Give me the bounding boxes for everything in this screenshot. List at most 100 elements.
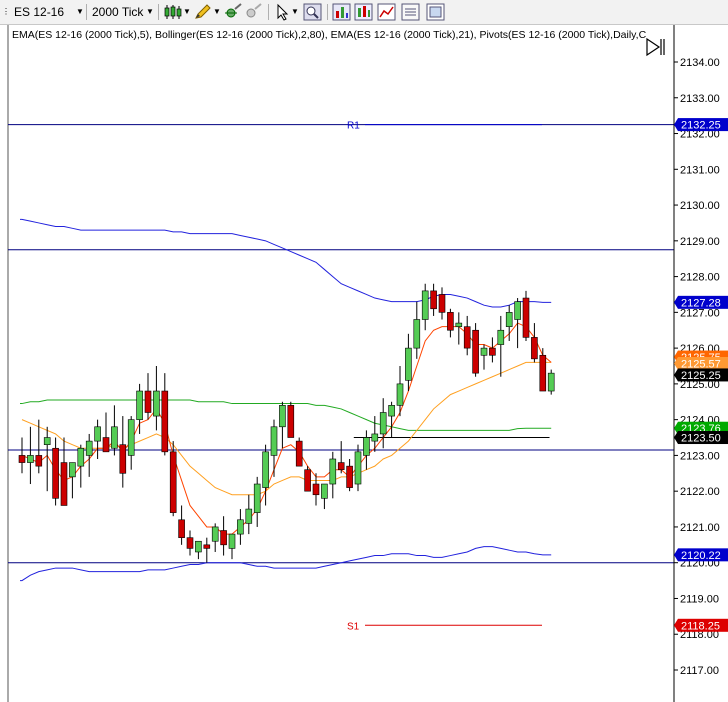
pointer-icon[interactable] [273,3,293,21]
magnifier-icon[interactable] [303,3,323,21]
candle-body[interactable] [531,337,538,360]
candle-body[interactable] [337,462,345,471]
candle-body[interactable] [253,483,261,513]
candle-body[interactable] [489,347,496,356]
chevron-down-icon[interactable]: ▼ [183,3,193,21]
candle-body[interactable] [228,533,236,549]
candle-body[interactable] [379,412,387,435]
candle-body[interactable] [153,390,160,417]
candle-body[interactable] [497,329,505,345]
candle-body[interactable] [178,519,185,538]
candle-body[interactable] [405,347,412,381]
candle-body[interactable] [262,451,269,488]
candle-body[interactable] [27,455,34,463]
pivot-label: S1 [347,621,360,632]
candle-body[interactable] [43,437,51,445]
candle-body[interactable] [438,294,446,313]
candle-body[interactable] [102,437,110,453]
crosshair-icon[interactable] [223,3,243,21]
candle-body[interactable] [245,508,253,524]
data-box-icon[interactable] [426,3,446,21]
candlestick-icon[interactable] [163,3,183,21]
candle-body[interactable] [161,390,169,453]
indicator-legend: EMA(ES 12-16 (2000 Tick),5), Bollinger(E… [12,29,647,41]
candle-body[interactable] [69,462,76,478]
candle-body[interactable] [35,455,43,467]
candle-body[interactable] [237,519,244,535]
candle-body[interactable] [363,437,370,456]
indicator-icon[interactable] [354,3,374,21]
candle-body[interactable] [127,419,135,456]
candle-body[interactable] [480,347,488,356]
candle-body[interactable] [413,319,421,349]
instrument-selector[interactable]: ES 12-16 [14,3,64,21]
chevron-down-icon[interactable]: ▼ [213,3,223,21]
chevron-down-icon[interactable]: ▼ [146,3,156,21]
axis-tick-label: 2117.00 [680,665,719,677]
candle-body[interactable] [388,405,395,417]
candle-body[interactable] [514,301,521,320]
candle-body[interactable] [85,440,93,456]
price-tag-label: 2123.50 [681,433,721,445]
candle-body[interactable] [447,312,454,331]
zoom-icon[interactable] [243,3,263,21]
properties-icon[interactable] [401,3,421,21]
candle-body[interactable] [421,290,429,320]
candle-body[interactable] [522,297,530,338]
bollinger-lower [20,546,552,582]
candle-body[interactable] [169,451,177,513]
candle-body[interactable] [279,405,286,428]
ema21-line [21,361,552,496]
candle-body[interactable] [270,426,278,456]
candle-body[interactable] [396,383,404,406]
pencil-icon[interactable] [193,3,213,21]
bollinger-upper [20,218,552,308]
scroll-to-end-icon[interactable] [645,37,667,62]
pivot-label: R1 [347,121,360,132]
chart-toolbar: ⋮ ES 12-16 ▼ 2000 Tick ▼ ▼ ▼ ▼ [0,0,728,25]
candle-body[interactable] [346,465,353,488]
candle-body[interactable] [539,354,547,392]
candle-body[interactable] [371,433,379,442]
candle-body[interactable] [321,483,328,499]
candle-body[interactable] [144,390,152,413]
candle-body[interactable] [211,526,219,542]
candle-body[interactable] [136,390,143,420]
axis-tick-label: 2131.00 [680,164,720,176]
candle-body[interactable] [287,405,295,438]
candle-body[interactable] [455,322,463,327]
candle-body[interactable] [119,444,127,474]
chevron-down-icon[interactable]: ▼ [291,3,301,21]
candle-body[interactable] [547,372,555,392]
candle-body[interactable] [295,440,303,467]
ema5-line [21,322,552,535]
candle-body[interactable] [463,326,471,349]
price-chart[interactable]: R1S12134.002133.002132.002131.002130.002… [0,25,728,702]
interval-selector[interactable]: 2000 Tick [92,3,143,21]
candle-body[interactable] [472,329,479,374]
strategy-icon[interactable] [377,3,397,21]
candle-body[interactable] [52,447,59,499]
candle-body[interactable] [354,451,362,485]
candle-body[interactable] [220,530,227,546]
candle-body[interactable] [329,458,337,485]
price-tag-label: 2120.22 [681,550,721,562]
candle-body[interactable] [186,537,194,549]
toolbar-divider [268,4,269,20]
candle-body[interactable] [111,426,118,449]
candle-body[interactable] [203,544,211,549]
candle-body[interactable] [77,447,85,467]
axis-tick-label: 2130.00 [680,200,720,212]
candle-body[interactable] [312,483,320,496]
axis-tick-label: 2129.00 [680,236,720,248]
candle-body[interactable] [304,469,311,492]
chevron-down-icon[interactable]: ▼ [76,3,86,21]
toolbar-divider [158,4,159,20]
candle-body[interactable] [94,426,101,442]
candle-body[interactable] [430,290,437,310]
bar-chart-icon[interactable] [332,3,352,21]
candle-body[interactable] [18,455,26,463]
candle-body[interactable] [60,462,68,506]
candle-body[interactable] [505,312,513,327]
candle-body[interactable] [195,540,202,553]
